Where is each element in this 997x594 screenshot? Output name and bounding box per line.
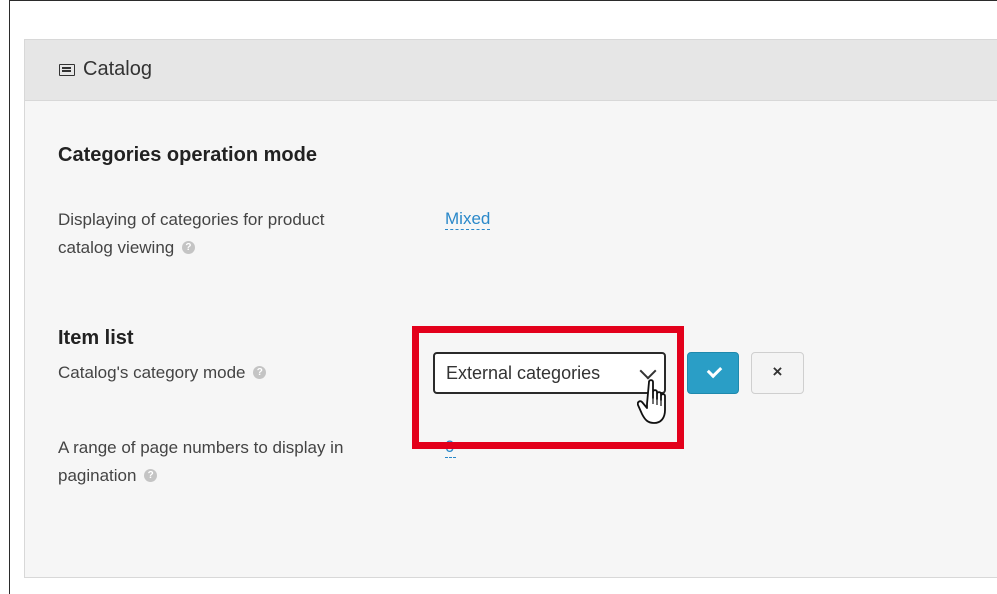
close-icon: × (772, 362, 783, 381)
hand-pointer-icon (637, 379, 666, 424)
help-icon[interactable]: ? (253, 366, 267, 380)
display-categories-value-link[interactable]: Mixed (445, 209, 491, 230)
panel-title: Catalog (83, 58, 152, 80)
help-icon[interactable]: ? (144, 469, 158, 483)
item-list-heading: Item list (58, 327, 134, 349)
help-icon[interactable]: ? (181, 241, 195, 255)
confirm-button[interactable] (687, 352, 739, 394)
categories-operation-mode-heading: Categories operation mode (58, 144, 317, 166)
panel-header: Catalog (25, 40, 997, 101)
catalog-panel: Catalog (24, 39, 997, 578)
pagination-range-label: A range of page numbers to display in pa… (58, 438, 344, 485)
cancel-button[interactable]: × (751, 352, 804, 394)
display-categories-label: Displaying of categories for product cat… (58, 210, 325, 257)
list-icon (59, 64, 75, 76)
check-icon (706, 362, 723, 379)
category-mode-label: Catalog's category mode ? (58, 359, 267, 387)
